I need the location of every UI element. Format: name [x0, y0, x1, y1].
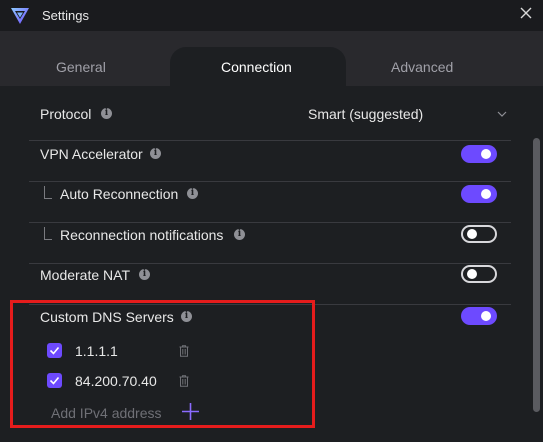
tree-branch-line [44, 227, 52, 240]
plus-icon[interactable] [181, 402, 200, 421]
close-icon[interactable] [519, 6, 533, 20]
window-title: Settings [42, 8, 89, 23]
reconnection-notifications-row: Reconnection notifications i [29, 223, 511, 264]
auto-reconnection-label: Auto Reconnection [60, 186, 179, 202]
custom-dns-label: Custom DNS Servers [40, 309, 174, 325]
moderate-nat-toggle[interactable] [461, 265, 497, 283]
tab-connection-label: Connection [221, 59, 292, 75]
title-bar: Settings [0, 0, 543, 31]
moderate-nat-label: Moderate NAT [40, 267, 130, 283]
toggle-knob [467, 269, 477, 279]
info-icon[interactable]: i [101, 108, 112, 119]
toggle-knob [481, 189, 491, 199]
moderate-nat-row: Moderate NAT i [29, 264, 511, 305]
checkmark-icon [49, 376, 60, 385]
vpn-accelerator-toggle[interactable] [461, 145, 497, 163]
toggle-knob [481, 311, 491, 321]
toggle-knob [467, 229, 477, 239]
chevron-down-icon[interactable] [497, 111, 507, 117]
tab-general[interactable]: General [56, 59, 106, 75]
dns-server-address: 1.1.1.1 [75, 343, 118, 359]
reconnection-notifications-toggle[interactable] [461, 225, 497, 243]
info-icon[interactable]: i [234, 229, 245, 240]
protocol-select[interactable]: Smart (suggested) [308, 106, 423, 122]
protocol-label: Protocol [40, 106, 92, 122]
tree-branch-line [44, 186, 52, 199]
protocol-row: Protocol i Smart (suggested) [29, 100, 511, 141]
proton-vpn-logo-icon [11, 8, 29, 24]
dns-server-checkbox[interactable] [47, 373, 62, 388]
vpn-accelerator-row: VPN Accelerator i [29, 141, 511, 182]
custom-dns-toggle[interactable] [461, 307, 497, 325]
toggle-knob [481, 149, 491, 159]
reconnection-notifications-label: Reconnection notifications [60, 227, 224, 243]
checkmark-icon [49, 346, 60, 355]
add-ipv4-input[interactable] [51, 404, 171, 422]
info-icon[interactable]: i [181, 311, 192, 322]
auto-reconnection-row: Auto Reconnection i [29, 182, 511, 223]
scrollbar-thumb[interactable] [533, 138, 540, 412]
info-icon[interactable]: i [139, 269, 150, 280]
dns-server-checkbox[interactable] [47, 343, 62, 358]
trash-icon[interactable] [179, 375, 189, 387]
info-icon[interactable]: i [187, 188, 198, 199]
info-icon[interactable]: i [150, 148, 161, 159]
connection-settings-panel: Protocol i Smart (suggested) VPN Acceler… [0, 86, 543, 442]
tab-bar: General Connection Advanced [0, 31, 543, 92]
trash-icon[interactable] [179, 345, 189, 357]
tab-advanced[interactable]: Advanced [391, 59, 453, 75]
vpn-accelerator-label: VPN Accelerator [40, 146, 143, 162]
auto-reconnection-toggle[interactable] [461, 185, 497, 203]
dns-server-address: 84.200.70.40 [75, 373, 157, 389]
